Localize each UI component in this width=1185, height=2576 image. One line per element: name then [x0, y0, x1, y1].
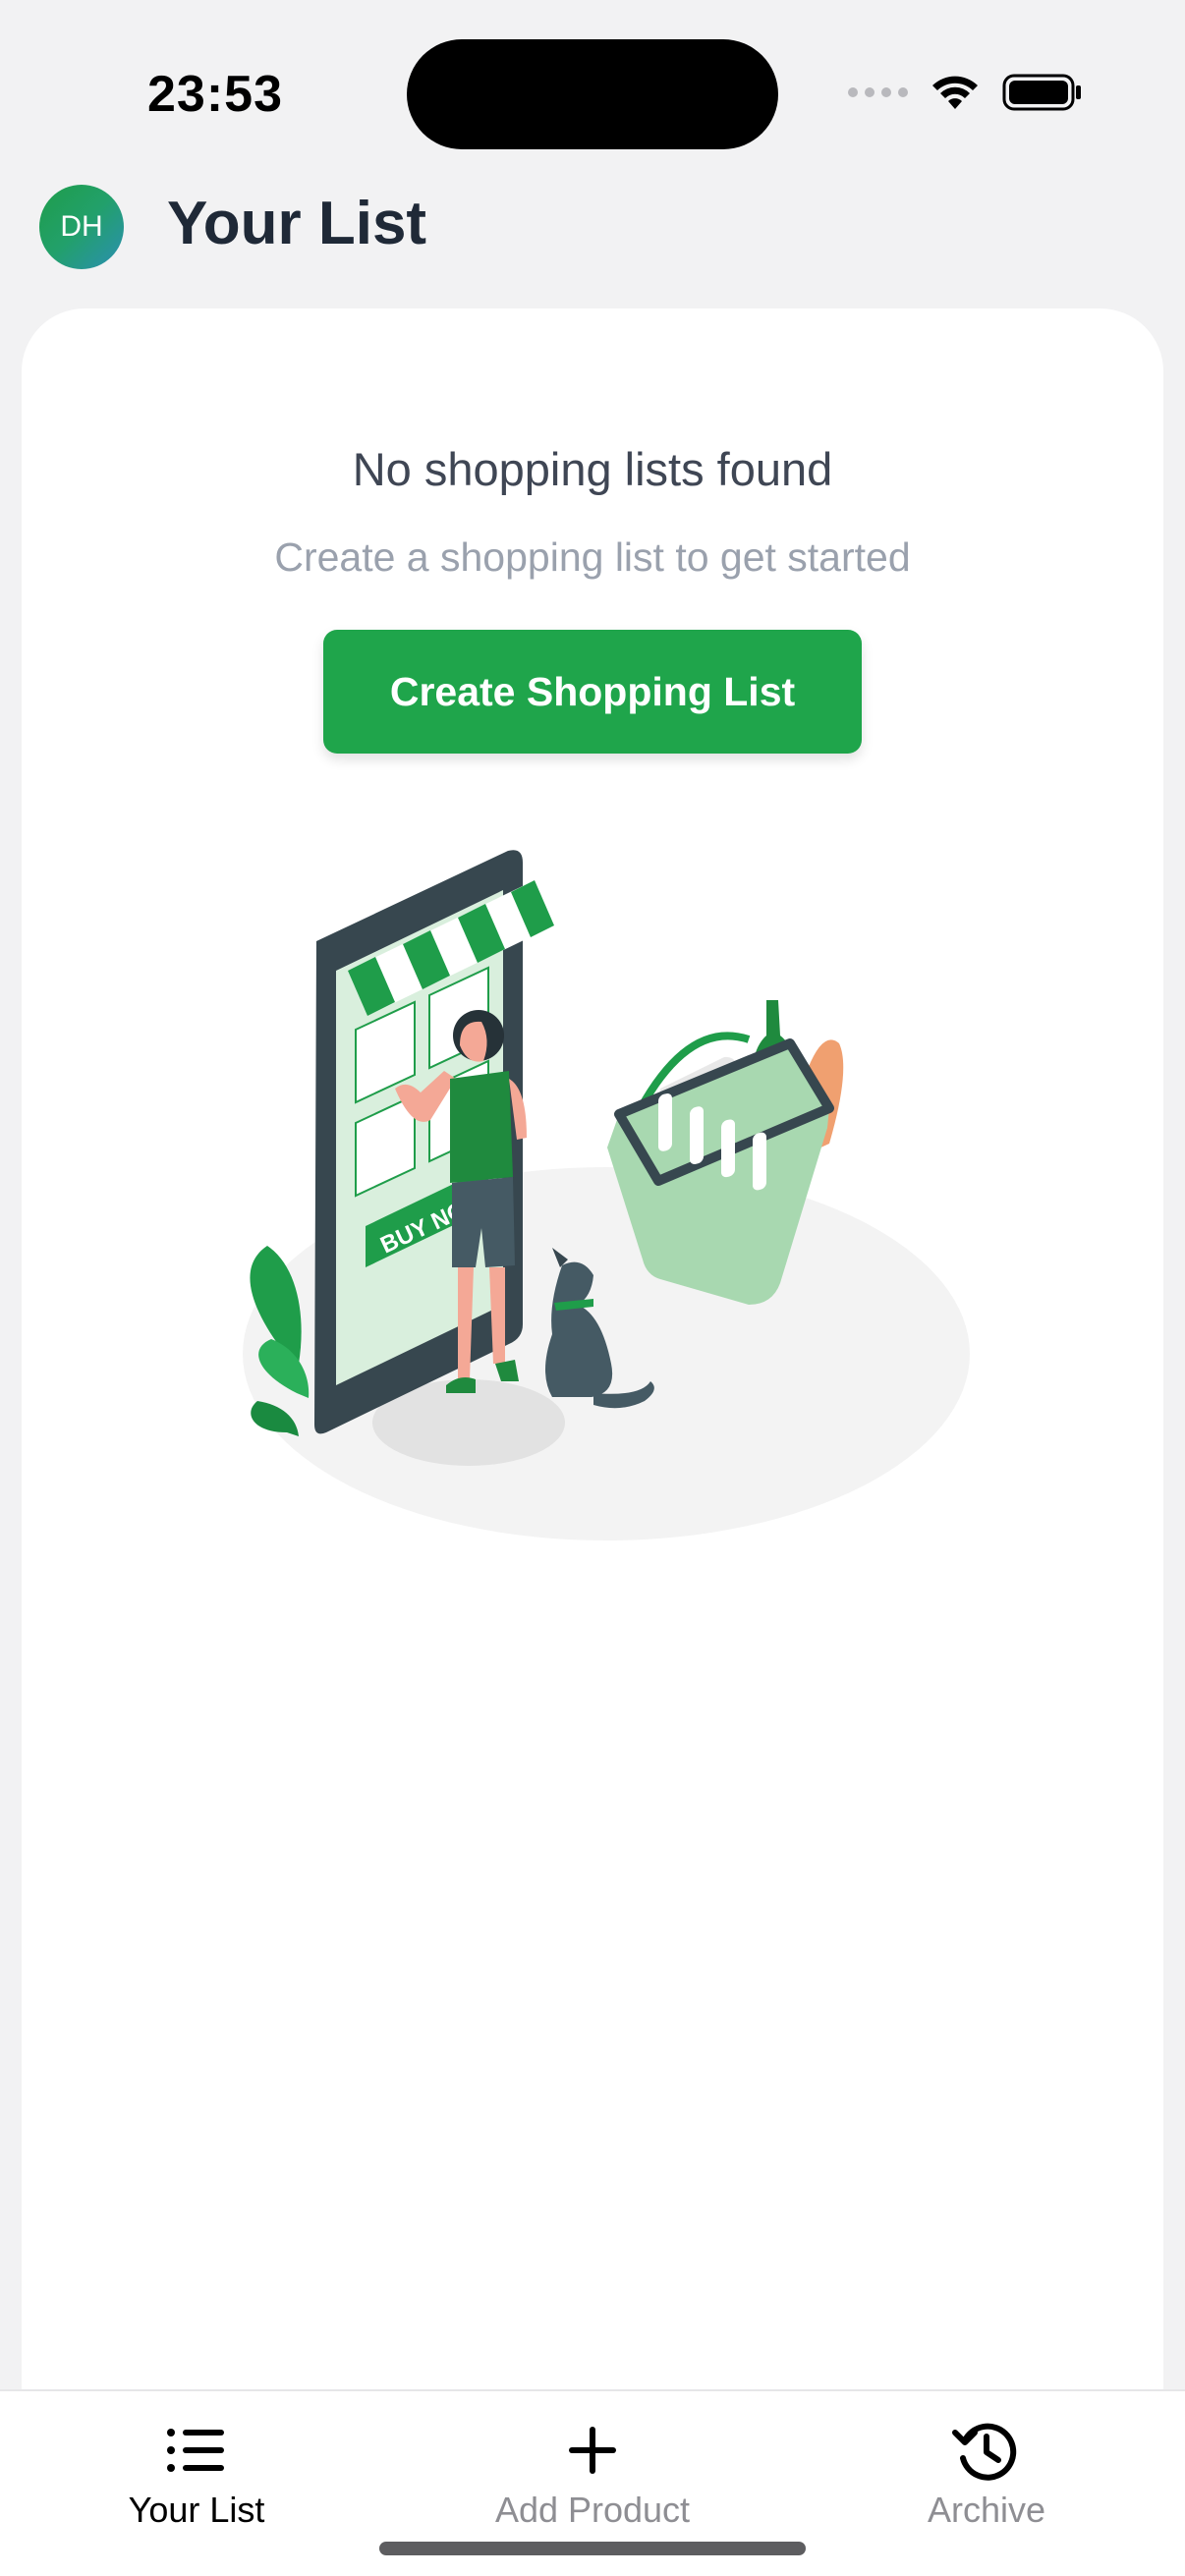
plus-icon	[569, 2427, 616, 2474]
status-time: 23:53	[147, 66, 283, 123]
empty-state-subtitle: Create a shopping list to get started	[274, 534, 911, 580]
wifi-icon	[932, 76, 978, 109]
cellular-signal-icon	[848, 87, 908, 97]
history-icon	[952, 2423, 1017, 2481]
empty-state-card: No shopping lists found Create a shoppin…	[22, 308, 1163, 2391]
dynamic-island	[407, 39, 778, 149]
page-title: Your List	[167, 190, 427, 257]
tab-your-list[interactable]: Your List	[49, 2391, 344, 2548]
home-indicator[interactable]	[379, 2542, 806, 2555]
status-icons	[848, 73, 1083, 112]
avatar[interactable]: DH	[39, 185, 124, 269]
battery-icon	[1002, 74, 1081, 111]
tab-archive[interactable]: Archive	[839, 2391, 1134, 2548]
app-screen: 23:53 DH Your List No shopping lists fou…	[0, 0, 1185, 2576]
list-icon	[167, 2429, 224, 2472]
header: DH Your List	[0, 177, 1185, 275]
shopping-illustration: BUY NOW	[243, 850, 970, 1540]
empty-state-title: No shopping lists found	[352, 443, 833, 495]
create-shopping-list-button[interactable]: Create Shopping List	[323, 630, 862, 754]
tab-your-list-label: Your List	[128, 2490, 265, 2530]
tab-archive-label: Archive	[927, 2490, 1046, 2530]
tab-add-product-label: Add Product	[494, 2490, 691, 2530]
tab-add-product[interactable]: Add Product	[445, 2391, 740, 2548]
status-bar: 23:53	[0, 0, 1185, 149]
